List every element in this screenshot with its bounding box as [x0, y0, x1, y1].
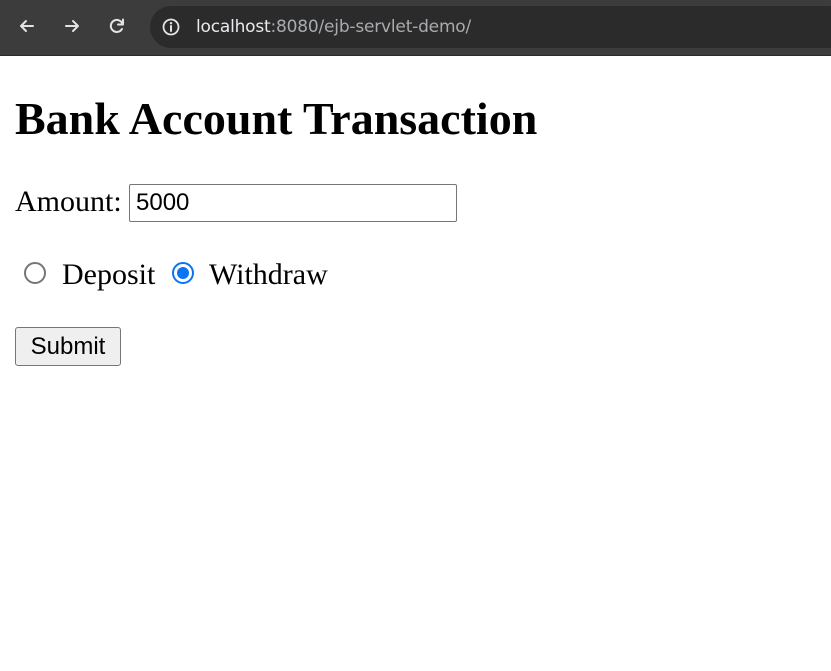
deposit-label[interactable]: Deposit [62, 257, 155, 293]
radio-selected-dot [177, 267, 189, 279]
site-info-button[interactable] [160, 16, 182, 38]
url-host: localhost [196, 17, 271, 37]
info-icon [162, 18, 180, 36]
arrow-right-icon [65, 20, 79, 32]
page-title: Bank Account Transaction [15, 93, 538, 144]
forward-button[interactable] [58, 12, 86, 40]
deposit-radio[interactable] [24, 262, 46, 284]
back-button[interactable] [13, 12, 41, 40]
address-bar[interactable]: localhost:8080/ejb-servlet-demo/ [150, 6, 831, 48]
url-text[interactable]: localhost:8080/ejb-servlet-demo/ [196, 16, 471, 38]
withdraw-radio[interactable] [172, 262, 194, 284]
amount-label: Amount: [15, 185, 122, 218]
page-content: Bank Account Transaction Amount: Deposit… [0, 57, 831, 671]
reload-button[interactable] [103, 12, 131, 40]
arrow-left-icon [20, 20, 34, 32]
amount-input[interactable] [129, 184, 457, 222]
browser-toolbar: localhost:8080/ejb-servlet-demo/ [0, 0, 831, 56]
submit-button[interactable]: Submit [15, 327, 121, 366]
reload-icon [109, 18, 124, 33]
withdraw-label[interactable]: Withdraw [209, 257, 328, 293]
url-path: :8080/ejb-servlet-demo/ [270, 17, 472, 37]
